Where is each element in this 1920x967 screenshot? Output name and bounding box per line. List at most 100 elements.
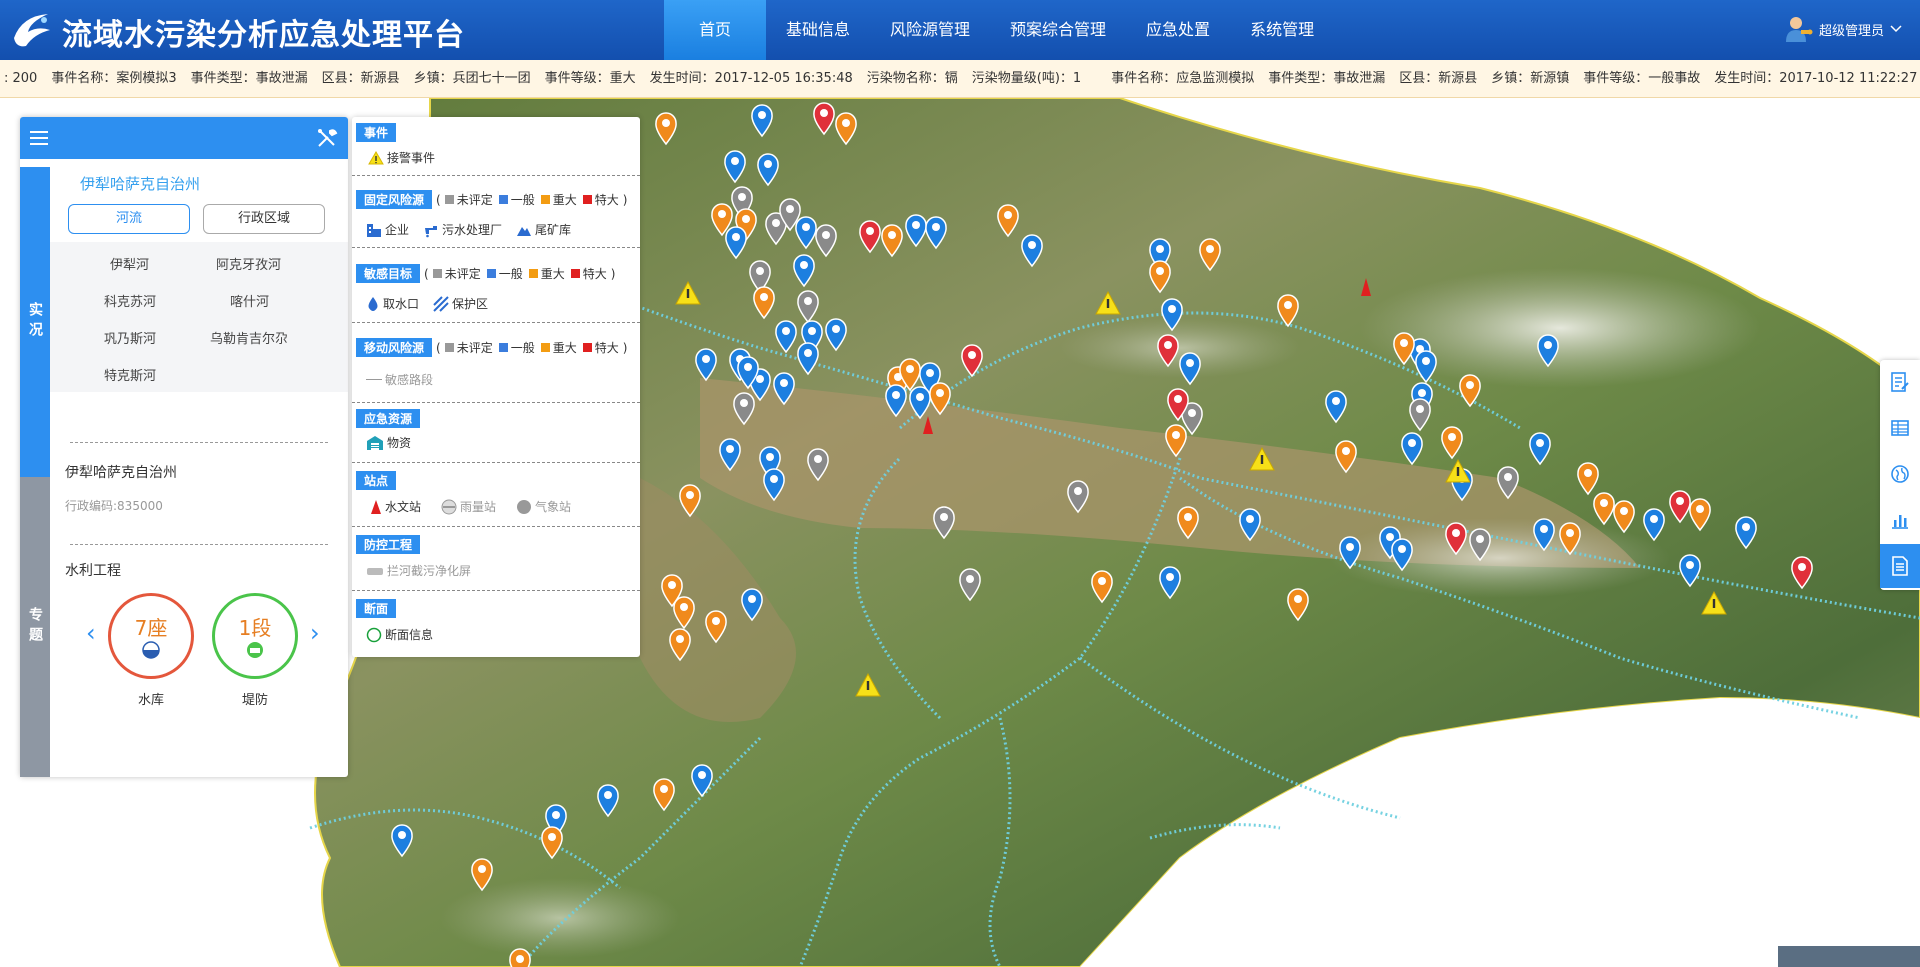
map-marker-dot bbox=[1742, 523, 1750, 531]
legend-tag-defense: 防控工程 bbox=[356, 535, 421, 554]
ticker-item[interactable]: 事件等级：重大 bbox=[545, 60, 636, 97]
river-item[interactable]: 阿克牙孜河 bbox=[216, 254, 281, 273]
map-marker-dot bbox=[1798, 563, 1806, 571]
legend-item-sewage-plant[interactable]: 污水处理厂 bbox=[423, 221, 502, 238]
tab-thematic[interactable]: 专题 bbox=[20, 477, 50, 777]
dyke-stat[interactable]: 1段 bbox=[212, 593, 298, 679]
ticker-item[interactable]: 事件等级：一般事故 bbox=[1583, 60, 1700, 97]
map-marker-dot bbox=[1186, 359, 1194, 367]
nav-plan-management[interactable]: 预案综合管理 bbox=[990, 0, 1126, 60]
legend-level-item[interactable]: 一般 bbox=[498, 191, 535, 208]
ticker-item[interactable]: 发生时间：2017-10-12 11:22:27 bbox=[1714, 60, 1917, 97]
legend-item-hydrology-station[interactable]: 水文站 bbox=[370, 498, 421, 515]
legend-item-enterprise[interactable]: 企业 bbox=[366, 221, 409, 238]
nav-risk-source[interactable]: 风险源管理 bbox=[870, 0, 990, 60]
legend-level-item[interactable]: 重大 bbox=[540, 191, 577, 208]
right-toolbar bbox=[1880, 360, 1920, 590]
map-marker-dot bbox=[1540, 525, 1548, 533]
ticker-item[interactable]: 乡镇：新源镇 bbox=[1491, 60, 1569, 97]
map-marker-dot bbox=[786, 205, 794, 213]
legend-level-item[interactable]: 未评定 bbox=[444, 339, 493, 356]
map-marker-dot bbox=[548, 833, 556, 841]
menu-icon[interactable] bbox=[28, 129, 50, 147]
legend-item-rain-station[interactable]: 雨量站 bbox=[441, 498, 496, 515]
map-marker-dot bbox=[1098, 577, 1106, 585]
prev-arrow-icon[interactable]: ‹ bbox=[86, 619, 96, 647]
legend-item-sensitive-road[interactable]: 敏感路段 bbox=[366, 371, 433, 388]
map-marker-dot bbox=[760, 293, 768, 301]
ticker-item[interactable]: 污染物名称：镉 bbox=[867, 60, 958, 97]
user-menu[interactable]: 超级管理员 bbox=[1783, 14, 1902, 44]
river-item[interactable]: 乌勒肯吉尔尕 bbox=[210, 328, 288, 347]
legend-mobile-header: 移动风险源 ( 未评定 一般 重大 特大 ) bbox=[356, 338, 627, 357]
legend-divider bbox=[352, 590, 640, 591]
globe-button[interactable] bbox=[1880, 452, 1920, 496]
ticker-item[interactable]: 污染物量级(吨)：1 bbox=[972, 60, 1081, 97]
tab-live[interactable]: 实况 bbox=[20, 167, 50, 477]
river-item[interactable]: 特克斯河 bbox=[104, 365, 156, 384]
nav-home[interactable]: 首页 bbox=[664, 0, 766, 60]
next-arrow-icon[interactable]: › bbox=[310, 619, 320, 647]
legend-level-item[interactable]: 一般 bbox=[486, 265, 523, 282]
legend-item-alarm-event[interactable]: 接警事件 bbox=[368, 149, 435, 166]
map-marker-dot bbox=[1004, 211, 1012, 219]
legend-item-water-intake[interactable]: 取水口 bbox=[366, 295, 419, 312]
nav-system[interactable]: 系统管理 bbox=[1230, 0, 1334, 60]
river-item[interactable]: 喀什河 bbox=[230, 291, 269, 310]
map-marker-dot bbox=[1386, 533, 1394, 541]
legend-level-item[interactable]: 特大 bbox=[570, 265, 607, 282]
ticker-item[interactable]: 乡镇：兵团七十一团 bbox=[414, 60, 531, 97]
ticker-item[interactable]: : 200 bbox=[4, 60, 37, 97]
reservoir-stat[interactable]: 7座 bbox=[108, 593, 194, 679]
river-selector-button[interactable]: 河流 bbox=[68, 204, 190, 234]
legend-level-item[interactable]: 重大 bbox=[540, 339, 577, 356]
level-swatch bbox=[486, 269, 496, 278]
legend-item-protected-area[interactable]: 保护区 bbox=[433, 295, 488, 312]
legend-level-item[interactable]: 未评定 bbox=[444, 191, 493, 208]
map-marker-dot bbox=[604, 791, 612, 799]
section-title-water-projects: 水利工程 bbox=[65, 563, 121, 579]
map-marker-dot bbox=[1504, 473, 1512, 481]
chart-button[interactable] bbox=[1880, 498, 1920, 542]
legend-level-item[interactable]: 特大 bbox=[582, 191, 619, 208]
nav-basic-info[interactable]: 基础信息 bbox=[766, 0, 870, 60]
map-marker-dot bbox=[1246, 515, 1254, 523]
ticker-item[interactable]: 事件名称：案例模拟3 bbox=[51, 60, 176, 97]
map-marker-dot bbox=[1188, 409, 1196, 417]
river-item[interactable]: 科克苏河 bbox=[104, 291, 156, 310]
legend-level-item[interactable]: 特大 bbox=[582, 339, 619, 356]
legend-item-section-info[interactable]: 断面信息 bbox=[366, 626, 433, 643]
legend-item-tailings[interactable]: 尾矿库 bbox=[516, 221, 571, 238]
document-button[interactable] bbox=[1880, 544, 1920, 588]
legend-level-item[interactable]: 一般 bbox=[498, 339, 535, 356]
report-button[interactable] bbox=[1880, 360, 1920, 404]
legend-item-barrier[interactable]: 拦河截污净化屏 bbox=[366, 562, 471, 579]
ticker-item[interactable]: 事件类型：事故泄漏 bbox=[1268, 60, 1385, 97]
map-marker-dot bbox=[1584, 469, 1592, 477]
map-marker-dot bbox=[926, 369, 934, 377]
tools-icon[interactable] bbox=[316, 127, 338, 149]
map-marker-dot bbox=[1172, 431, 1180, 439]
table-button[interactable] bbox=[1880, 406, 1920, 450]
map-marker-dot bbox=[1028, 241, 1036, 249]
legend-levels: 未评定 一般 重大 特大 bbox=[444, 339, 619, 356]
admin-region-selector-button[interactable]: 行政区域 bbox=[203, 204, 325, 234]
legend-level-item[interactable]: 重大 bbox=[528, 265, 565, 282]
ticker-item[interactable]: 事件名称：应急监测模拟 bbox=[1111, 60, 1254, 97]
legend-item-weather-station[interactable]: 气象站 bbox=[516, 498, 571, 515]
event-ticker[interactable]: : 200 事件名称：案例模拟3 事件类型：事故泄漏 区县：新源县 乡镇：兵团七十一团事… bbox=[0, 60, 1920, 98]
legend-item-supplies[interactable]: 物资 bbox=[366, 434, 411, 451]
ticker-item[interactable]: 发生时间：2017-12-05 16:35:48 bbox=[650, 60, 853, 97]
river-item[interactable]: 伊犁河 bbox=[110, 254, 149, 273]
map-marker-dot bbox=[1156, 267, 1164, 275]
legend-sensitive-header: 敏感目标 ( 未评定 一般 重大 特大 ) bbox=[356, 264, 615, 283]
map-legend: 事件 接警事件 固定风险源 ( 未评定 一般 重大 特大 ) 企业 污水处理厂 尾矿库… bbox=[352, 117, 640, 657]
map-marker-dot bbox=[1168, 305, 1176, 313]
ticker-item[interactable]: 区县：新源县 bbox=[322, 60, 400, 97]
river-item[interactable]: 巩乃斯河 bbox=[104, 328, 156, 347]
legend-level-item[interactable]: 未评定 bbox=[432, 265, 481, 282]
ticker-item[interactable]: 区县：新源县 bbox=[1399, 60, 1477, 97]
map-marker-dot bbox=[820, 109, 828, 117]
nav-emergency[interactable]: 应急处置 bbox=[1126, 0, 1230, 60]
ticker-item[interactable]: 事件类型：事故泄漏 bbox=[191, 60, 308, 97]
